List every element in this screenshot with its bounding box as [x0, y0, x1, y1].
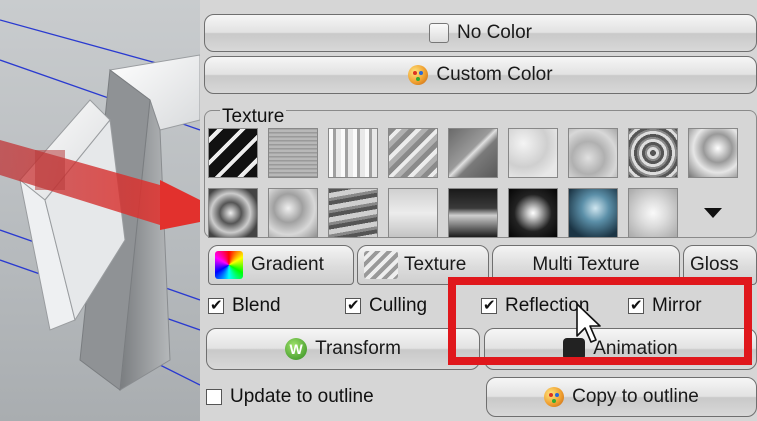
3d-viewport[interactable] — [0, 0, 200, 421]
mouse-cursor-icon — [576, 303, 601, 343]
custom-color-label: Custom Color — [436, 64, 553, 85]
texture-tile-12[interactable] — [328, 188, 378, 238]
custom-color-button[interactable]: Custom Color — [204, 56, 757, 94]
texture-tile-10[interactable] — [208, 188, 258, 238]
texture-tile-14[interactable] — [448, 188, 498, 238]
texture-tile-5[interactable] — [448, 128, 498, 178]
texture-tile-11[interactable] — [268, 188, 318, 238]
tab-gradient[interactable]: Gradient — [208, 245, 354, 285]
animation-label: Animation — [593, 338, 678, 359]
texture-tile-9[interactable] — [688, 128, 738, 178]
tab-multi-texture[interactable]: Multi Texture — [492, 245, 680, 285]
tab-gloss[interactable]: Gloss — [683, 245, 757, 285]
chevron-down-icon — [704, 208, 722, 218]
reflection-checkbox[interactable] — [481, 296, 497, 314]
tab-gradient-label: Gradient — [251, 254, 324, 275]
mirror-option[interactable]: Mirror — [628, 293, 702, 319]
copy-to-outline-label: Copy to outline — [572, 386, 699, 407]
texture-tile-4[interactable] — [388, 128, 438, 178]
texture-tile-8[interactable] — [628, 128, 678, 178]
blend-label: Blend — [232, 295, 281, 316]
texture-tile-17[interactable] — [628, 188, 678, 238]
gradient-icon — [215, 251, 243, 279]
animation-button[interactable]: Animation — [484, 328, 757, 370]
culling-label: Culling — [369, 295, 428, 316]
no-color-button[interactable]: No Color — [204, 14, 757, 52]
3d-scene — [0, 19, 200, 391]
texture-tile-2[interactable] — [268, 128, 318, 178]
texture-tile-13[interactable] — [388, 188, 438, 238]
tab-texture[interactable]: Texture — [357, 245, 489, 285]
tab-multi-texture-label: Multi Texture — [532, 254, 640, 275]
transform-label: Transform — [315, 338, 401, 359]
blank-swatch-icon — [429, 23, 449, 43]
tab-texture-label: Texture — [404, 254, 467, 275]
no-color-label: No Color — [457, 22, 532, 43]
texture-more-dropdown[interactable] — [688, 188, 738, 238]
copy-to-outline-button[interactable]: Copy to outline — [486, 377, 757, 417]
material-panel: No Color Custom Color Texture Gradient T… — [200, 0, 757, 421]
transform-icon: W — [285, 338, 308, 360]
texture-tile-1[interactable] — [208, 128, 258, 178]
mirror-checkbox[interactable] — [628, 296, 644, 314]
texture-tile-15[interactable] — [508, 188, 558, 238]
update-to-outline-label: Update to outline — [230, 386, 374, 407]
texture-tile-16[interactable] — [568, 188, 618, 238]
update-to-outline-option[interactable]: Update to outline — [206, 384, 374, 410]
reflection-option[interactable]: Reflection — [481, 293, 590, 319]
texture-tile-3[interactable] — [328, 128, 378, 178]
mirror-label: Mirror — [652, 295, 702, 316]
texture-tile-7[interactable] — [568, 128, 618, 178]
culling-checkbox[interactable] — [345, 296, 361, 314]
blend-option[interactable]: Blend — [208, 293, 281, 319]
palette-icon — [408, 65, 429, 85]
texture-icon — [364, 251, 398, 279]
culling-option[interactable]: Culling — [345, 293, 427, 319]
tab-gloss-label: Gloss — [690, 254, 739, 275]
texture-tile-6[interactable] — [508, 128, 558, 178]
update-to-outline-checkbox[interactable] — [206, 389, 222, 405]
blend-checkbox[interactable] — [208, 296, 224, 314]
texture-group-label: Texture — [220, 106, 287, 128]
transform-button[interactable]: W Transform — [206, 328, 480, 370]
palette-icon — [544, 387, 565, 407]
